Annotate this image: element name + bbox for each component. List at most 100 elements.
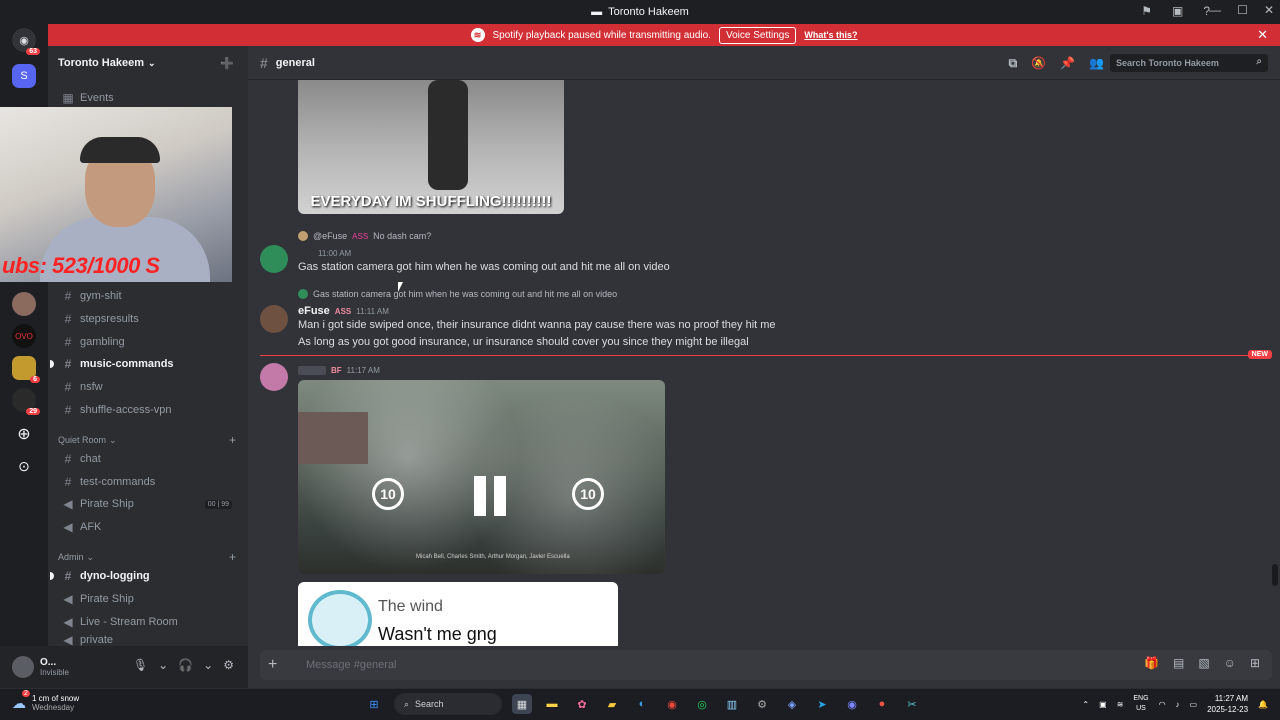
search-input[interactable]: Search Toronto Hakeem ⌕ bbox=[1110, 54, 1268, 72]
forward-10-button[interactable]: 10 bbox=[572, 478, 604, 510]
attach-plus-icon[interactable]: + bbox=[268, 656, 288, 674]
battery-icon[interactable]: ▭ bbox=[1190, 700, 1198, 709]
tray-app-icon[interactable]: ▣ bbox=[1099, 700, 1107, 709]
channel-shuffle-access-vpn[interactable]: # shuffle-access-vpn bbox=[56, 400, 240, 420]
tray-chevron-up-icon[interactable]: ⌃ bbox=[1082, 700, 1089, 709]
microphone-icon[interactable]: 🎙 bbox=[133, 658, 148, 672]
voice-channel-pirate-ship[interactable]: ◀ Pirate Ship 00 | 99 bbox=[56, 494, 240, 514]
channel-music-commands[interactable]: # music-commands bbox=[50, 354, 240, 374]
pin-icon[interactable]: 📌 bbox=[1060, 56, 1075, 71]
gif-icon[interactable]: ▤ bbox=[1173, 656, 1184, 670]
language-indicator[interactable]: ENG US bbox=[1133, 694, 1148, 714]
vscode-icon[interactable]: ◈ bbox=[782, 694, 802, 714]
gear-icon[interactable]: ⚙ bbox=[223, 658, 234, 672]
inbox-icon[interactable]: ▣ bbox=[1172, 4, 1183, 18]
chevron-down-icon[interactable]: ⌄ bbox=[203, 658, 213, 672]
voice-settings-button[interactable]: Voice Settings bbox=[718, 26, 797, 44]
threads-icon[interactable]: ⧉ bbox=[1009, 56, 1018, 71]
server-icon-ovo[interactable]: OVO bbox=[12, 324, 36, 348]
volume-icon[interactable]: ♪ bbox=[1176, 700, 1180, 709]
telegram-icon[interactable]: ➤ bbox=[812, 694, 832, 714]
gif-embed-shuffling[interactable]: EVERYDAY IM SHUFFLING!!!!!!!!!! bbox=[298, 80, 564, 214]
avatar[interactable] bbox=[12, 656, 34, 678]
server-icon-1[interactable]: S bbox=[12, 64, 36, 88]
server-icon-3[interactable]: 6 bbox=[12, 356, 40, 383]
avatar[interactable] bbox=[260, 305, 288, 333]
snipping-tool-icon[interactable]: ✂ bbox=[902, 694, 922, 714]
chevron-down-icon: ⌄ bbox=[147, 57, 156, 68]
user-info[interactable]: O... Invisible bbox=[40, 657, 69, 677]
folder-icon[interactable]: ▰ bbox=[602, 694, 622, 714]
clock[interactable]: 11:27 AM 2025-12-23 bbox=[1207, 693, 1248, 715]
new-badge: NEW bbox=[1247, 350, 1272, 359]
task-view-icon[interactable]: ▦ bbox=[512, 694, 532, 714]
file-explorer-icon[interactable]: ▬ bbox=[542, 694, 562, 714]
spotify-icon[interactable]: ◎ bbox=[692, 694, 712, 714]
discord-icon[interactable]: ◉ bbox=[842, 694, 862, 714]
reply-reference-2[interactable]: Gas station camera got him when he was c… bbox=[298, 289, 617, 299]
voice-channel-private[interactable]: ◀ private bbox=[56, 634, 240, 646]
channel-nsfw[interactable]: # nsfw bbox=[56, 377, 240, 397]
server-icon-2[interactable] bbox=[12, 292, 36, 316]
channel-stepsresults[interactable]: # stepsresults bbox=[56, 309, 240, 329]
message-input[interactable]: + Message #general 🎁 ▤ ▧ ☺ ⊞ bbox=[260, 650, 1272, 680]
scrollbar[interactable] bbox=[1272, 564, 1278, 586]
close-banner-icon[interactable]: ✕ bbox=[1257, 27, 1268, 43]
discover-icon[interactable]: ⊙ bbox=[12, 454, 36, 478]
emoji-icon[interactable]: ☺ bbox=[1224, 656, 1236, 670]
reply-reference-1[interactable]: @eFuse ASS No dash cam? bbox=[298, 231, 431, 241]
settings-icon[interactable]: ⚙ bbox=[752, 694, 772, 714]
weather-widget[interactable]: ☁ 2 1 cm of snow Wednesday bbox=[12, 690, 79, 712]
message-author[interactable]: eFuse ASS 11:11 AM bbox=[298, 305, 389, 317]
sidebar-item-events[interactable]: ▦ Events bbox=[56, 88, 240, 108]
channel-test-commands[interactable]: # test-commands bbox=[56, 472, 240, 492]
add-channel-icon[interactable]: + bbox=[229, 433, 236, 447]
server-icon-4[interactable]: 29 bbox=[12, 388, 40, 415]
windows-start-icon[interactable]: ⊞ bbox=[364, 694, 384, 714]
channel-gym-shit[interactable]: # gym-shit bbox=[56, 286, 240, 306]
pause-button[interactable] bbox=[474, 476, 508, 516]
server-header[interactable]: Toronto Hakeem ⌄ ➕ bbox=[48, 46, 248, 80]
flag-icon[interactable]: ⚑ bbox=[1141, 4, 1152, 18]
member-list-icon[interactable]: 👥 bbox=[1089, 56, 1104, 71]
avatar[interactable] bbox=[260, 245, 288, 273]
headphones-icon[interactable]: 🎧 bbox=[178, 658, 193, 672]
minimize-icon[interactable]: — bbox=[1209, 3, 1221, 17]
avatar[interactable] bbox=[260, 363, 288, 391]
channel-chat[interactable]: # chat bbox=[56, 449, 240, 469]
redacted-username bbox=[298, 366, 326, 375]
whats-this-link[interactable]: What's this? bbox=[804, 30, 857, 40]
chrome-icon[interactable]: ◉ bbox=[662, 694, 682, 714]
obs-icon[interactable]: ● bbox=[872, 694, 892, 714]
channel-dyno-logging[interactable]: # dyno-logging bbox=[50, 566, 240, 586]
apps-icon[interactable]: ⊞ bbox=[1250, 656, 1260, 670]
close-window-icon[interactable]: ✕ bbox=[1264, 3, 1274, 17]
category-quiet-room[interactable]: Quiet Room ⌄ + bbox=[58, 432, 242, 448]
sticker-icon[interactable]: ▧ bbox=[1198, 656, 1209, 670]
chevron-down-icon[interactable]: ⌄ bbox=[158, 658, 168, 672]
notification-mute-icon[interactable]: 🔕 bbox=[1031, 56, 1046, 71]
invite-icon[interactable]: ➕ bbox=[220, 57, 234, 70]
home-button[interactable]: ◉ 63 bbox=[12, 28, 40, 55]
category-admin[interactable]: Admin ⌄ + bbox=[58, 549, 242, 565]
taskbar-search[interactable]: ⌕ Search bbox=[394, 693, 502, 715]
gift-icon[interactable]: 🎁 bbox=[1144, 656, 1159, 670]
rewind-10-button[interactable]: 10 bbox=[372, 478, 404, 510]
chevron-down-icon: ⌄ bbox=[109, 434, 117, 445]
notification-bell-icon[interactable]: 🔔 bbox=[1258, 700, 1268, 709]
voice-channel-afk[interactable]: ◀ AFK bbox=[56, 517, 240, 537]
wifi-icon[interactable]: ◠ bbox=[1159, 700, 1166, 709]
voice-channel-pirate-ship-admin[interactable]: ◀ Pirate Ship bbox=[56, 589, 240, 609]
network-icon[interactable]: ≋ bbox=[1117, 700, 1124, 709]
image-embed-wind[interactable]: The wind Wasn't me gng bbox=[298, 582, 618, 646]
edge-icon[interactable]: ◐ bbox=[632, 694, 652, 714]
copilot-icon[interactable]: ✿ bbox=[572, 694, 592, 714]
add-channel-icon[interactable]: + bbox=[229, 550, 236, 564]
channel-gambling[interactable]: # gambling bbox=[56, 332, 240, 352]
add-server-icon[interactable]: ⊕ bbox=[12, 422, 36, 446]
notepad-icon[interactable]: ▥ bbox=[722, 694, 742, 714]
message-author[interactable]: BF 11:17 AM bbox=[298, 366, 380, 375]
video-player[interactable]: 10 10 Micah Bell, Charles Smith, Arthur … bbox=[298, 380, 665, 574]
maximize-icon[interactable]: ☐ bbox=[1237, 3, 1248, 17]
voice-channel-live-stream-room[interactable]: ◀ Live - Stream Room bbox=[56, 612, 240, 632]
